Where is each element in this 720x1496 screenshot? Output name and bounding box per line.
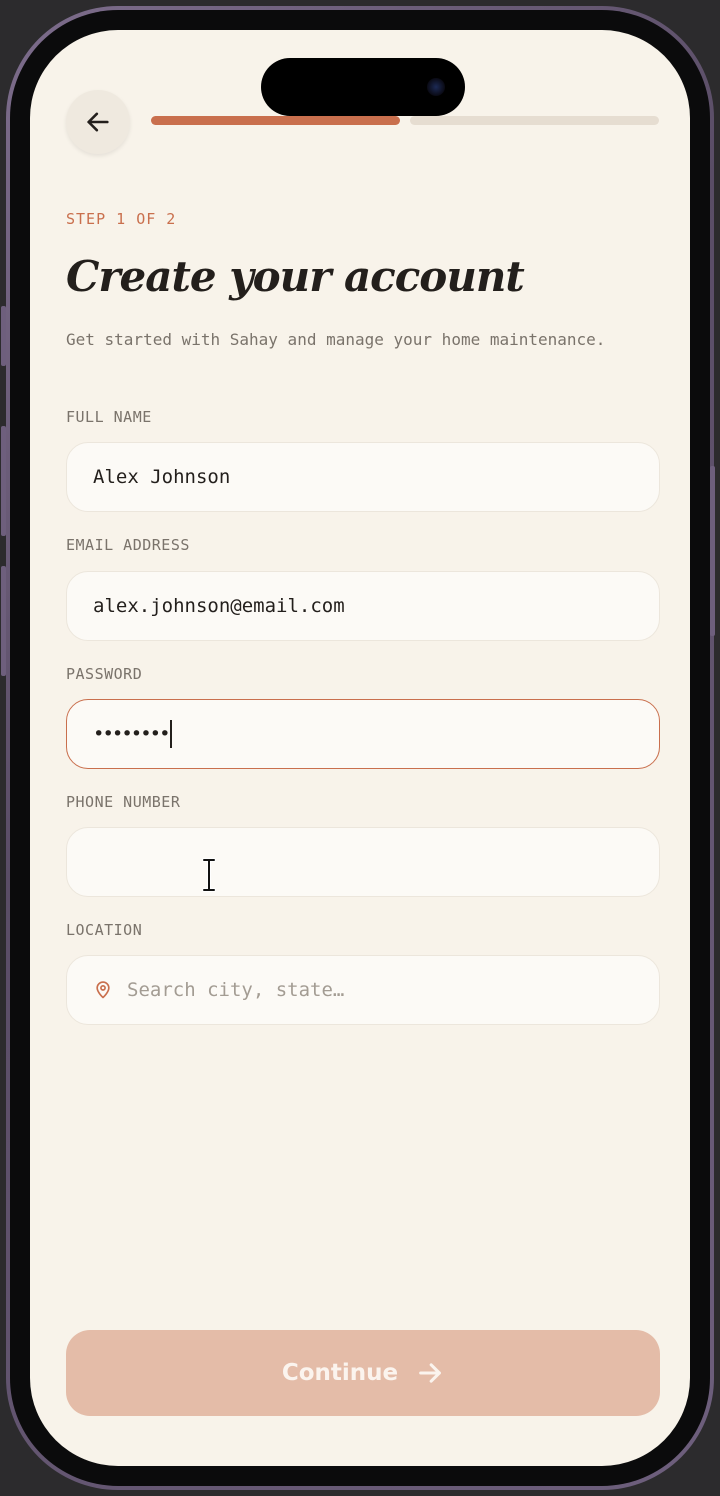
back-button[interactable] bbox=[66, 90, 130, 154]
app-screen: STEP 1 OF 2 Create your account Get star… bbox=[30, 30, 690, 1466]
full-name-value: Alex Johnson bbox=[93, 466, 231, 488]
phone-device: STEP 1 OF 2 Create your account Get star… bbox=[1, 6, 715, 1490]
device-bezel: STEP 1 OF 2 Create your account Get star… bbox=[10, 10, 710, 1486]
arrow-left-icon bbox=[87, 112, 109, 132]
map-pin-icon bbox=[93, 979, 113, 1001]
phone-label: PHONE NUMBER bbox=[66, 793, 181, 811]
page-title: Create your account bbox=[66, 252, 525, 301]
location-label: LOCATION bbox=[66, 921, 143, 939]
page-subtitle: Get started with Sahay and manage your h… bbox=[66, 330, 606, 349]
email-input[interactable]: alex.johnson@email.com bbox=[66, 571, 660, 641]
device-side-button bbox=[710, 466, 715, 636]
full-name-label: FULL NAME bbox=[66, 408, 152, 426]
step-indicator: STEP 1 OF 2 bbox=[66, 210, 177, 228]
progress-segment-pending bbox=[410, 116, 659, 125]
text-cursor-icon bbox=[202, 858, 216, 892]
device-side-button bbox=[1, 306, 6, 366]
step-progress-bar bbox=[151, 116, 659, 125]
location-placeholder: Search city, state… bbox=[127, 979, 345, 1001]
arrow-right-icon bbox=[419, 1363, 441, 1383]
password-input[interactable]: •••••••• bbox=[66, 699, 660, 769]
continue-button[interactable]: Continue bbox=[66, 1330, 660, 1416]
password-value: •••••••• bbox=[93, 723, 171, 745]
location-input[interactable]: Search city, state… bbox=[66, 955, 660, 1025]
camera-icon bbox=[427, 78, 445, 96]
email-value: alex.johnson@email.com bbox=[93, 595, 345, 617]
continue-label: Continue bbox=[281, 1360, 399, 1386]
text-caret bbox=[169, 720, 172, 748]
full-name-input[interactable]: Alex Johnson bbox=[66, 442, 660, 512]
email-label: EMAIL ADDRESS bbox=[66, 536, 190, 554]
device-side-button bbox=[1, 566, 6, 676]
dynamic-island bbox=[261, 58, 465, 116]
password-label: PASSWORD bbox=[66, 665, 143, 683]
phone-input[interactable] bbox=[66, 827, 660, 897]
device-side-button bbox=[1, 426, 6, 536]
progress-segment-complete bbox=[151, 116, 400, 125]
